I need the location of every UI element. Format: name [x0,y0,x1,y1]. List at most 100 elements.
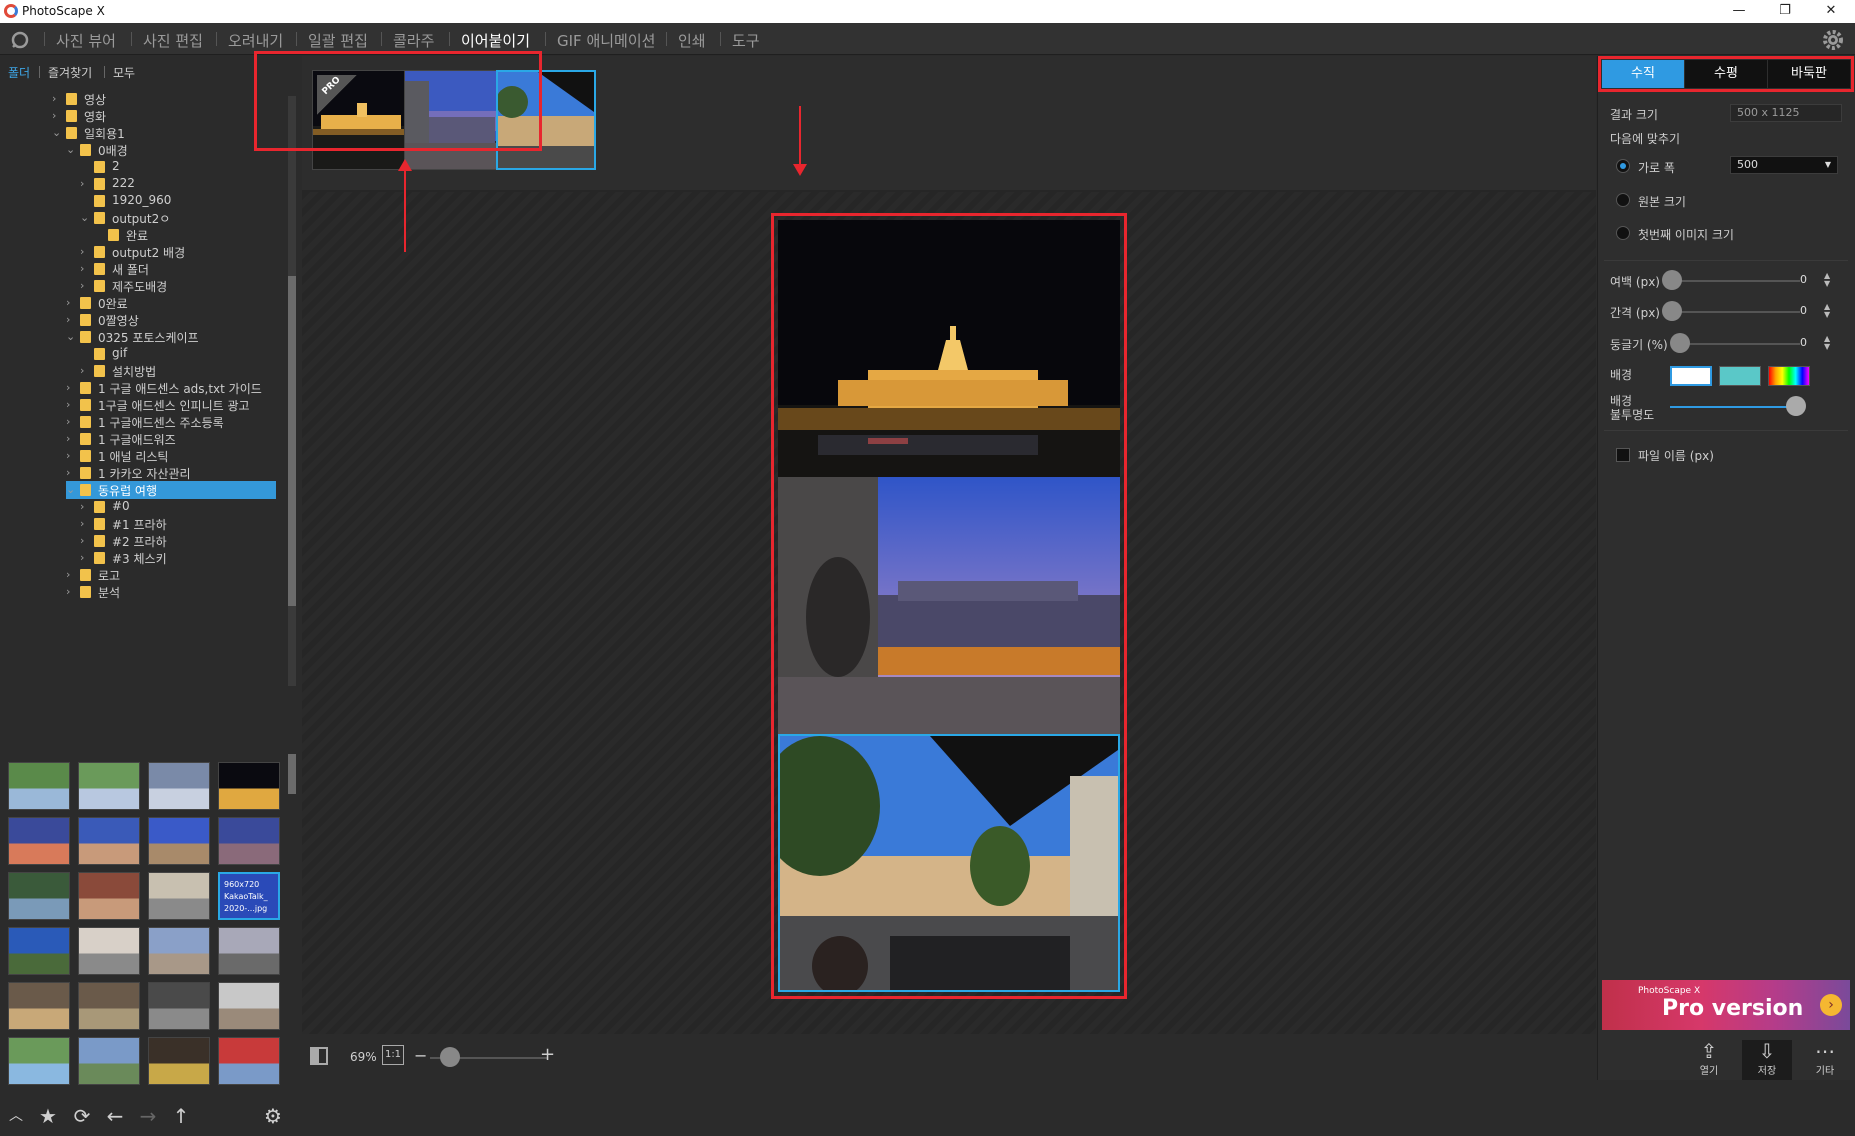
background-pattern-swatch[interactable] [1719,366,1761,386]
opacity-slider-knob[interactable] [1786,396,1806,416]
thumbnail-image[interactable] [218,927,280,975]
thumbnail-image[interactable] [148,872,210,920]
thumbnail-image[interactable] [8,982,70,1030]
thumbnail-image[interactable] [148,817,210,865]
chevron-up-icon[interactable]: ︿ [4,1104,28,1128]
chevron-right-icon[interactable]: › [80,279,90,292]
zoom-slider-knob[interactable] [440,1047,460,1067]
background-color-picker-swatch[interactable] [1768,366,1810,386]
thumbnail-image[interactable] [148,1037,210,1085]
thumbnail-image[interactable] [218,1037,280,1085]
opacity-slider[interactable] [1670,406,1800,408]
pro-version-banner[interactable]: PhotoScape X Pro version › [1602,980,1850,1030]
thumbnail-image[interactable] [78,982,140,1030]
thumbnail-image[interactable] [148,927,210,975]
tab-favorites[interactable]: 즐겨찾기 [48,64,92,81]
up-arrow-icon[interactable]: ↑ [169,1104,193,1128]
gear-icon[interactable]: ⚙ [261,1104,285,1128]
close-button[interactable]: ✕ [1808,0,1854,23]
radio-original-size[interactable] [1616,193,1630,207]
maximize-button[interactable]: ❐ [1762,0,1808,23]
thumbnail-image[interactable] [8,927,70,975]
chevron-right-icon[interactable]: › [66,432,76,445]
filename-checkbox[interactable] [1616,448,1630,462]
menu-batch-edit[interactable]: 일괄 편집 [308,30,368,51]
chevron-right-icon[interactable]: › [80,364,90,377]
tab-folder[interactable]: 폴더 [8,64,30,81]
arrow-right-circle-icon[interactable]: › [1820,994,1842,1016]
save-button[interactable]: ⇩ 저장 [1742,1040,1792,1080]
margin-slider-knob[interactable] [1662,270,1682,290]
star-icon[interactable]: ★ [36,1104,60,1128]
thumbnail-image[interactable] [8,762,70,810]
chevron-right-icon[interactable]: › [66,466,76,479]
minimize-button[interactable]: — [1716,0,1762,23]
radio-width[interactable] [1616,159,1630,173]
round-slider[interactable] [1678,343,1800,345]
menu-collage[interactable]: 콜라주 [393,30,434,51]
menu-combine[interactable]: 이어붙이기 [461,30,530,51]
home-icon[interactable] [10,30,30,50]
chevron-right-icon[interactable]: › [80,534,90,547]
chevron-right-icon[interactable]: › [80,500,90,513]
thumbnail-image[interactable] [78,1037,140,1085]
margin-value[interactable]: 0 [1800,273,1807,286]
forward-arrow-icon[interactable]: → [136,1104,160,1128]
chevron-right-icon[interactable]: › [66,449,76,462]
settings-gear-icon[interactable] [1821,28,1845,52]
chevron-down-icon[interactable]: ⌄ [80,211,90,224]
width-select[interactable]: 500 ▼ [1730,156,1838,174]
menu-gif-animation[interactable]: GIF 애니메이션 [557,30,655,51]
open-button[interactable]: ⇪ 열기 [1684,1040,1734,1080]
chevron-down-icon[interactable]: ⌄ [66,483,76,496]
spacing-value[interactable]: 0 [1800,304,1807,317]
menu-tools[interactable]: 도구 [732,30,760,51]
round-spinner-icon[interactable]: ▲ ▼ [1824,335,1830,351]
chevron-right-icon[interactable]: › [52,109,62,122]
thumbnail-image[interactable]: 960x720 KakaoTalk_ 2020-...jpg [218,872,280,920]
chevron-right-icon[interactable]: › [80,245,90,258]
thumbnail-image[interactable] [218,817,280,865]
chevron-right-icon[interactable]: › [80,177,90,190]
menu-cut-out[interactable]: 오려내기 [228,30,283,51]
chevron-right-icon[interactable]: › [66,415,76,428]
thumbnail-image[interactable] [78,872,140,920]
round-slider-knob[interactable] [1670,333,1690,353]
radio-first-image-size[interactable] [1616,226,1630,240]
refresh-icon[interactable]: ⟳ [70,1104,94,1128]
margin-spinner-icon[interactable]: ▲ ▼ [1824,272,1830,288]
menu-photo-viewer[interactable]: 사진 뷰어 [56,30,116,51]
chevron-down-icon[interactable]: ⌄ [66,143,76,156]
chevron-right-icon[interactable]: › [66,296,76,309]
photo-street-cafe[interactable] [778,734,1120,992]
photo-museum-evening[interactable] [778,477,1120,734]
chevron-right-icon[interactable]: › [80,517,90,530]
spacing-spinner-icon[interactable]: ▲ ▼ [1824,303,1830,319]
chevron-right-icon[interactable]: › [66,313,76,326]
round-value[interactable]: 0 [1800,336,1807,349]
spacing-slider[interactable] [1670,311,1800,313]
chevron-down-icon[interactable]: ⌄ [52,126,62,139]
zoom-in-button[interactable]: + [540,1044,555,1065]
tree-folder-item[interactable]: ⌄ 동유럽 여행 [66,481,276,499]
chevron-right-icon[interactable]: › [80,262,90,275]
split-view-icon[interactable] [310,1047,328,1065]
thumbnail-image[interactable] [218,982,280,1030]
thumbnail-image[interactable] [78,817,140,865]
combined-image-preview[interactable] [778,220,1120,992]
tab-all[interactable]: 모두 [113,64,135,81]
zoom-out-button[interactable]: − [414,1046,427,1065]
thumbnail-scrollbar[interactable] [288,754,296,794]
thumbnail-image[interactable] [8,872,70,920]
chevron-right-icon[interactable]: › [80,551,90,564]
thumbnail-image[interactable] [218,762,280,810]
photo-parliament-night[interactable] [778,220,1120,477]
chevron-right-icon[interactable]: › [66,568,76,581]
thumbnail-image[interactable] [8,817,70,865]
thumbnail-image[interactable] [78,762,140,810]
thumbnail-image[interactable] [148,982,210,1030]
actual-size-button[interactable]: 1:1 [382,1045,404,1065]
background-white-swatch[interactable] [1670,366,1712,386]
chevron-down-icon[interactable]: ⌄ [66,330,76,343]
more-button[interactable]: ⋯ 기타 [1800,1040,1850,1080]
